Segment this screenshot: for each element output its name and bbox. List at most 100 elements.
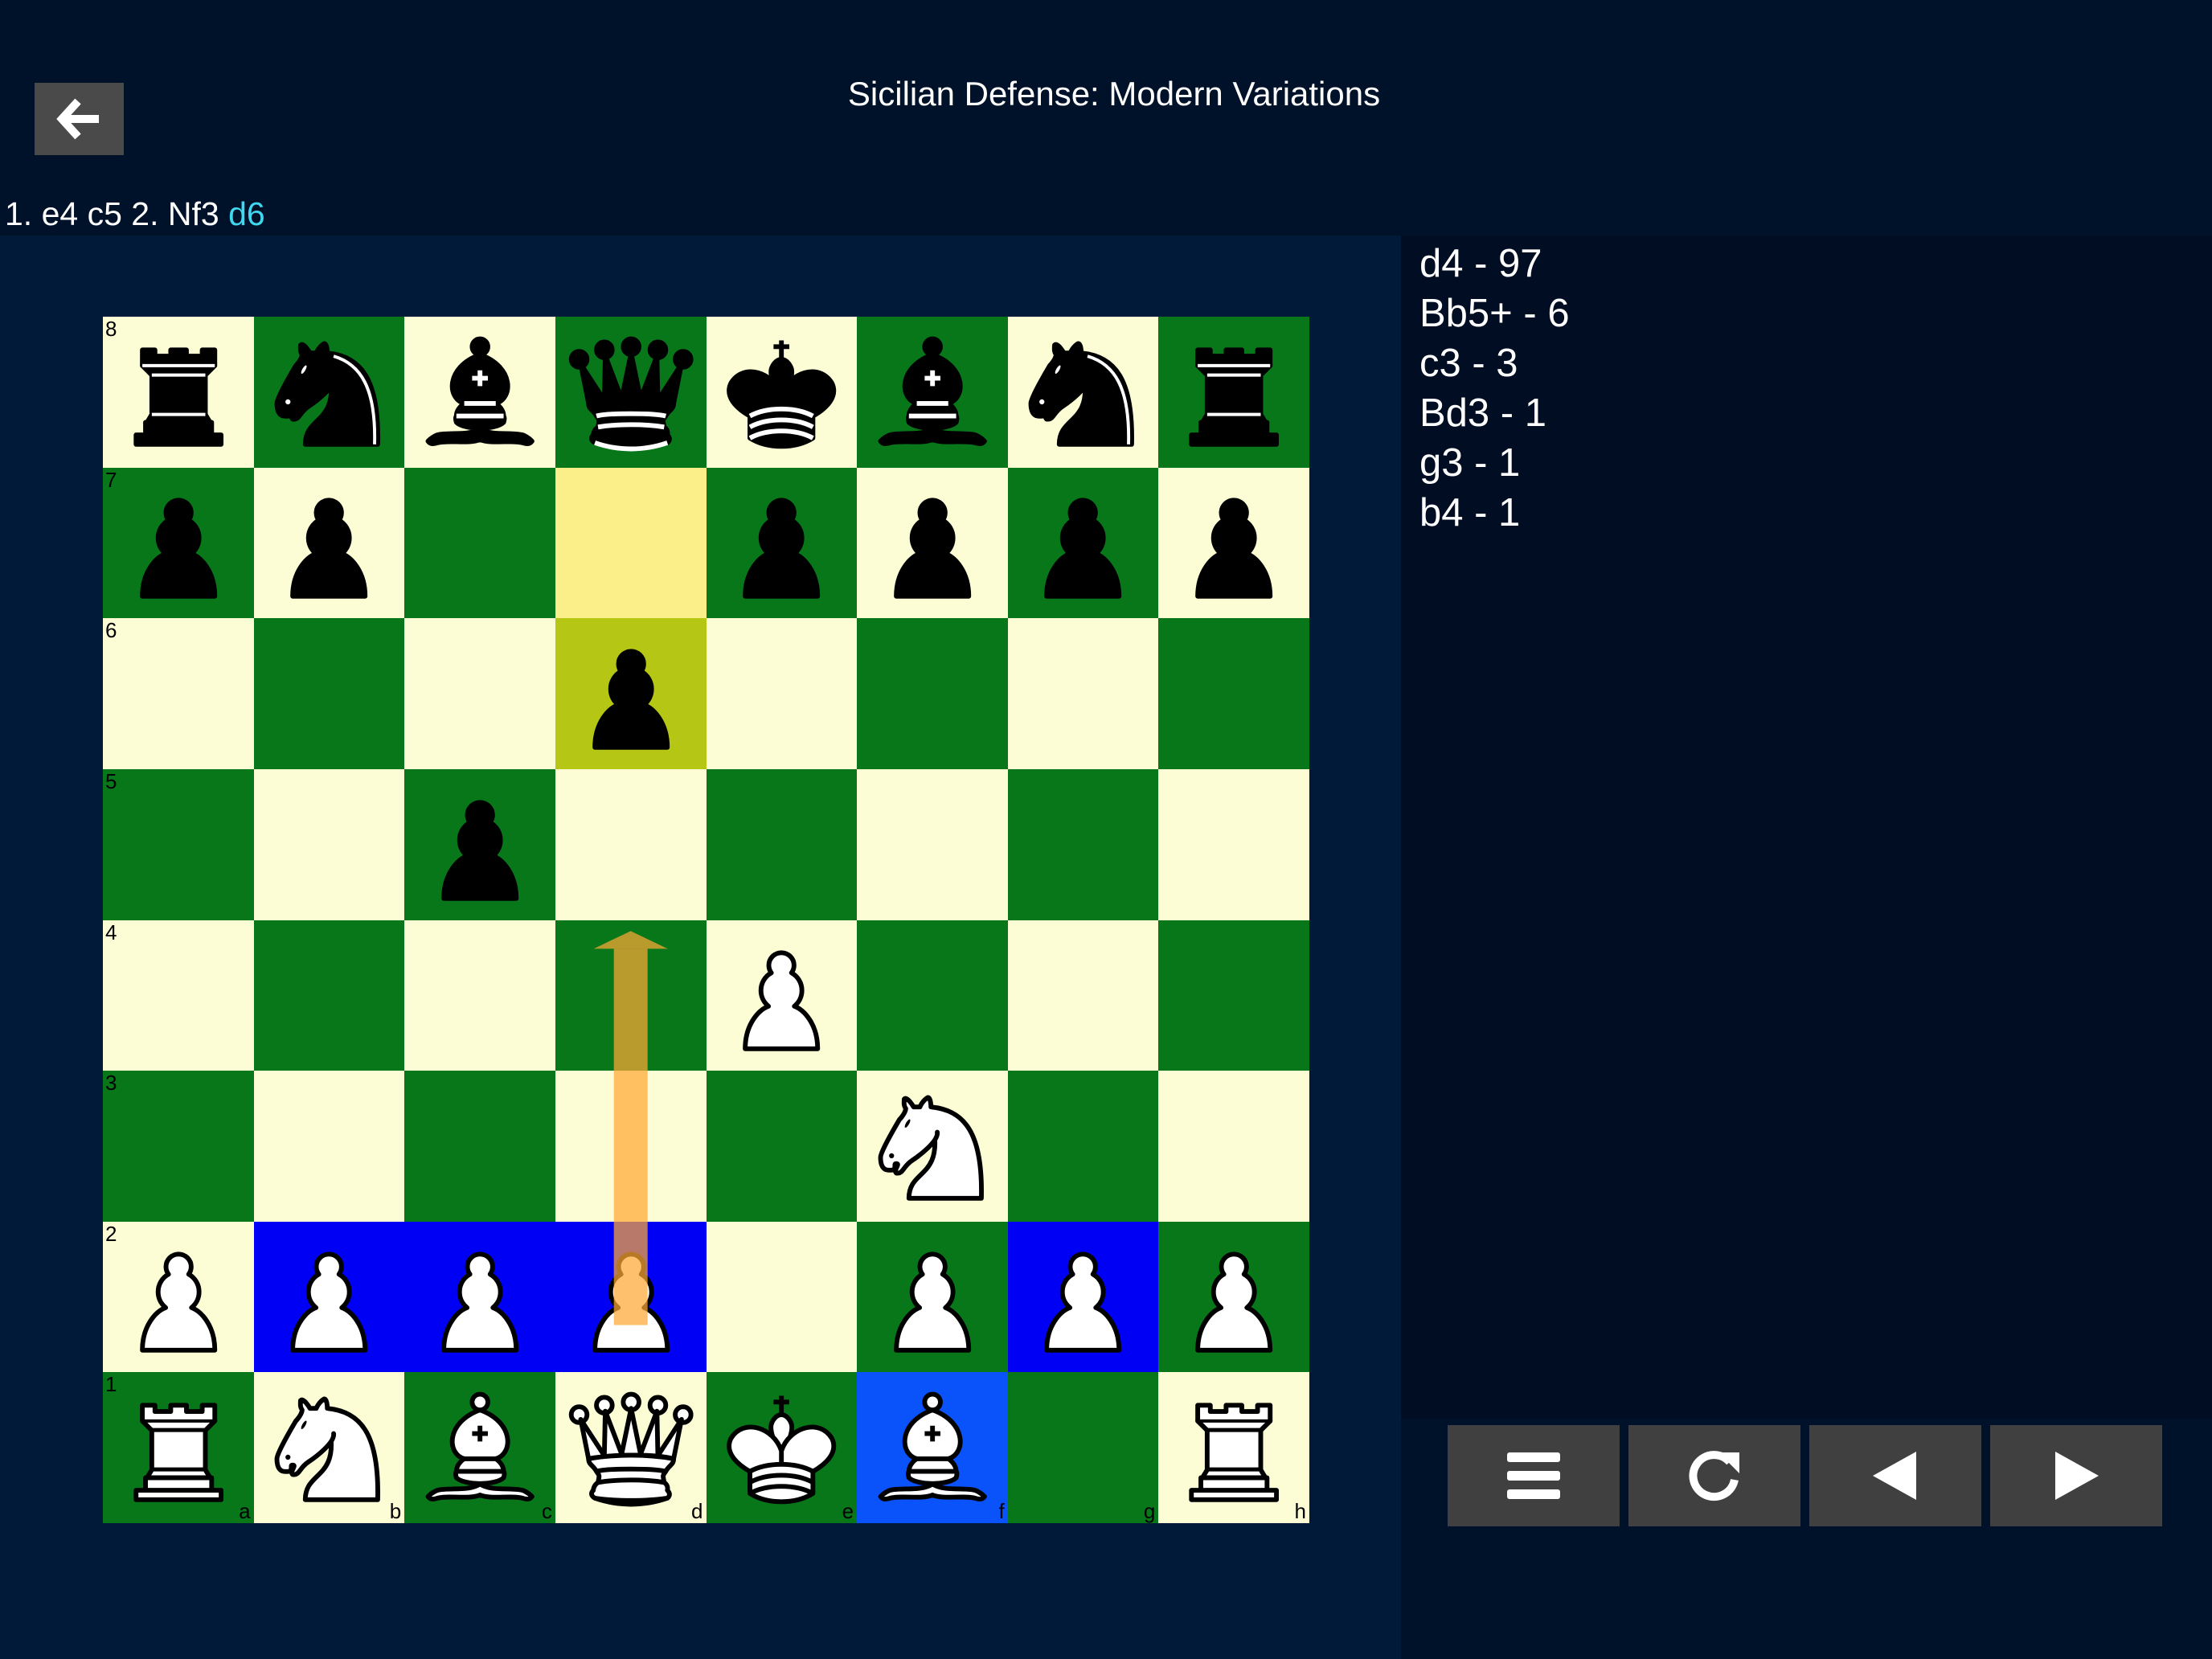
white-rook-icon[interactable] [108,1377,249,1518]
square-h1[interactable]: h [1158,1372,1309,1523]
black-pawn-icon[interactable] [1163,472,1305,613]
square-a6[interactable]: 6 [103,618,254,769]
square-c1[interactable]: c [404,1372,555,1523]
black-knight-icon[interactable] [258,322,399,463]
square-g4[interactable] [1007,920,1159,1071]
white-pawn-icon[interactable] [560,1226,702,1367]
square-a2[interactable]: 2 [103,1221,254,1373]
square-b7[interactable] [253,467,405,619]
square-b2[interactable] [253,1221,405,1373]
white-knight-icon[interactable] [862,1075,1003,1217]
white-pawn-icon[interactable] [258,1226,399,1367]
square-h8[interactable] [1158,317,1309,468]
square-e5[interactable] [706,768,858,920]
black-pawn-icon[interactable] [409,774,551,916]
square-h4[interactable] [1158,920,1309,1071]
candidate-move[interactable]: g3 - 1 [1419,438,1570,488]
black-queen-icon[interactable] [560,322,702,463]
square-f4[interactable] [857,920,1008,1071]
square-a3[interactable]: 3 [103,1071,254,1222]
square-e8[interactable] [706,317,858,468]
square-c5[interactable] [404,768,555,920]
square-h7[interactable] [1158,467,1309,619]
square-b6[interactable] [253,618,405,769]
square-b1[interactable]: b [253,1372,405,1523]
back-button[interactable] [35,83,124,155]
square-g8[interactable] [1007,317,1159,468]
white-knight-icon[interactable] [258,1377,399,1518]
square-c6[interactable] [404,618,555,769]
square-g5[interactable] [1007,768,1159,920]
black-bishop-icon[interactable] [409,322,551,463]
square-f1[interactable]: f [857,1372,1008,1523]
square-d7[interactable] [555,467,707,619]
candidate-move[interactable]: d4 - 97 [1419,239,1570,289]
square-h6[interactable] [1158,618,1309,769]
square-d8[interactable] [555,317,707,468]
square-f8[interactable] [857,317,1008,468]
candidate-move[interactable]: c3 - 3 [1419,338,1570,388]
square-d3[interactable] [555,1071,707,1222]
square-a7[interactable]: 7 [103,467,254,619]
square-c2[interactable] [404,1221,555,1373]
square-f5[interactable] [857,768,1008,920]
square-e4[interactable] [706,920,858,1071]
black-bishop-icon[interactable] [862,322,1003,463]
white-pawn-icon[interactable] [108,1226,249,1367]
square-g1[interactable]: g [1007,1372,1159,1523]
square-a8[interactable]: 8 [103,317,254,468]
black-rook-icon[interactable] [108,322,249,463]
square-c8[interactable] [404,317,555,468]
candidate-move[interactable]: Bb5+ - 6 [1419,289,1570,338]
square-b4[interactable] [253,920,405,1071]
white-bishop-icon[interactable] [409,1377,551,1518]
white-pawn-icon[interactable] [711,924,852,1066]
previous-move-button[interactable] [1809,1425,1981,1526]
black-pawn-icon[interactable] [711,472,852,613]
square-e3[interactable] [706,1071,858,1222]
square-a1[interactable]: 1a [103,1372,254,1523]
square-a5[interactable]: 5 [103,768,254,920]
black-king-icon[interactable] [711,322,852,463]
candidate-move[interactable]: Bd3 - 1 [1419,388,1570,438]
square-f7[interactable] [857,467,1008,619]
white-bishop-icon[interactable] [862,1377,1003,1518]
black-pawn-icon[interactable] [258,472,399,613]
square-g3[interactable] [1007,1071,1159,1222]
square-g7[interactable] [1007,467,1159,619]
square-d1[interactable]: d [555,1372,707,1523]
white-pawn-icon[interactable] [862,1226,1003,1367]
white-queen-icon[interactable] [560,1377,702,1518]
square-g2[interactable] [1007,1221,1159,1373]
black-pawn-icon[interactable] [1012,472,1153,613]
square-c4[interactable] [404,920,555,1071]
square-h2[interactable] [1158,1221,1309,1373]
flip-board-button[interactable] [1628,1425,1800,1526]
square-f2[interactable] [857,1221,1008,1373]
chess-board[interactable]: 8 7 6 5 4 3 2 1 a b c d e f g h [103,317,1309,1523]
square-d5[interactable] [555,768,707,920]
square-d6[interactable] [555,618,707,769]
black-knight-icon[interactable] [1012,322,1153,463]
black-pawn-icon[interactable] [862,472,1003,613]
square-b5[interactable] [253,768,405,920]
next-move-button[interactable] [1990,1425,2162,1526]
square-e1[interactable]: e [706,1372,858,1523]
square-a4[interactable]: 4 [103,920,254,1071]
white-pawn-icon[interactable] [1012,1226,1153,1367]
square-b3[interactable] [253,1071,405,1222]
white-rook-icon[interactable] [1163,1377,1305,1518]
square-f3[interactable] [857,1071,1008,1222]
square-d4[interactable] [555,920,707,1071]
candidate-move[interactable]: b4 - 1 [1419,488,1570,538]
current-move[interactable]: d6 [228,195,265,232]
black-pawn-icon[interactable] [108,472,249,613]
square-e2[interactable] [706,1221,858,1373]
square-d2[interactable] [555,1221,707,1373]
square-h3[interactable] [1158,1071,1309,1222]
square-c7[interactable] [404,467,555,619]
white-pawn-icon[interactable] [1163,1226,1305,1367]
square-c3[interactable] [404,1071,555,1222]
white-king-icon[interactable] [711,1377,852,1518]
square-f6[interactable] [857,618,1008,769]
